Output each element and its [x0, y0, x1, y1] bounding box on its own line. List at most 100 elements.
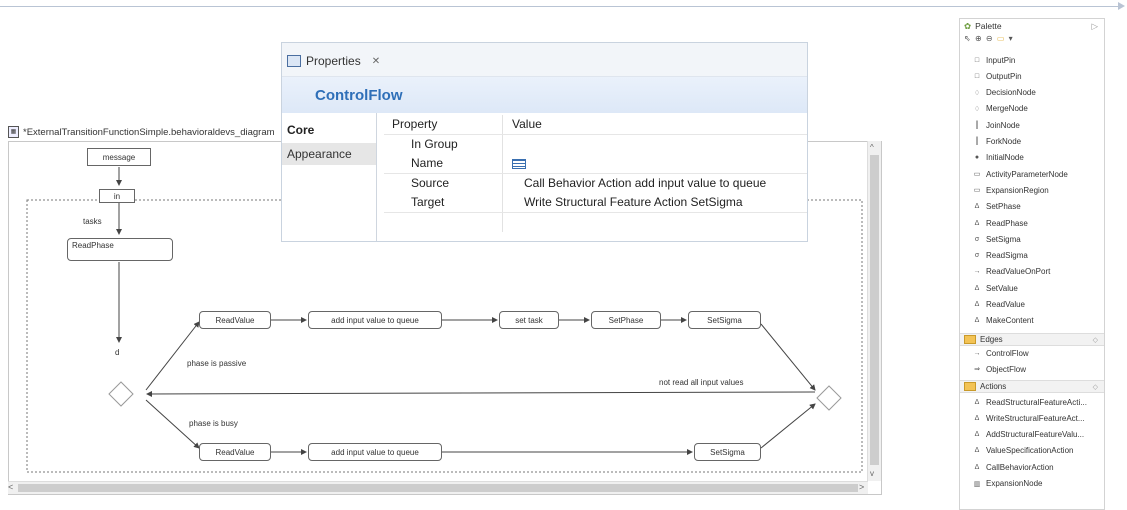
- scroll-right-icon[interactable]: >: [859, 482, 864, 492]
- palette-item-outputpin[interactable]: □ OutputPin: [972, 69, 1022, 83]
- close-icon[interactable]: ✕: [372, 56, 380, 67]
- palette-item-writestructuralfeatureact[interactable]: Δ WriteStructuralFeatureAct...: [972, 411, 1085, 425]
- zoom-in-icon[interactable]: ⊕: [975, 34, 983, 43]
- palette-drawer-actions[interactable]: Actions ◇: [960, 380, 1104, 393]
- palette-item-addstructuralfeaturevalu[interactable]: Δ AddStructuralFeatureValu...: [972, 428, 1084, 442]
- palette-item-readvalue[interactable]: Δ ReadValue: [972, 298, 1025, 312]
- property-row[interactable]: Target Write Structural Feature Action S…: [384, 193, 807, 213]
- properties-view-icon: [287, 55, 301, 67]
- palette-tools[interactable]: ⇖ ⊕ ⊖ ▭ ▾: [964, 34, 1014, 43]
- properties-header-row: Property Value: [384, 115, 807, 135]
- palette-item-label: SetValue: [986, 283, 1018, 293]
- scroll-left-icon[interactable]: <: [8, 482, 13, 492]
- node-readvalue-bottom[interactable]: ReadValue: [199, 443, 271, 461]
- node-setsigma-top[interactable]: SetSigma: [688, 311, 761, 329]
- node-readphase[interactable]: ReadPhase: [67, 238, 173, 261]
- properties-tab[interactable]: Properties ✕: [287, 51, 380, 71]
- zoom-out-icon[interactable]: ⊖: [986, 34, 994, 43]
- node-setphase[interactable]: SetPhase: [591, 311, 661, 329]
- palette: ✿ Palette ▷ ⇖ ⊕ ⊖ ▭ ▾ □ InputPin □ OutputPi…: [959, 18, 1105, 510]
- property-row[interactable]: Source Call Behavior Action add input va…: [384, 174, 807, 193]
- palette-item-expansionregion[interactable]: ▭ ExpansionRegion: [972, 183, 1049, 197]
- palette-tool-icon: Δ: [974, 219, 980, 227]
- palette-item-activityparameternode[interactable]: ▭ ActivityParameterNode: [972, 167, 1068, 181]
- palette-tool-icon: Δ: [974, 301, 980, 308]
- header-property: Property: [392, 117, 438, 131]
- palette-item-readvalueonport[interactable]: → ReadValueOnPort: [972, 265, 1051, 279]
- horizontal-scrollbar[interactable]: < >: [8, 481, 868, 494]
- pin-icon[interactable]: ◇: [1093, 336, 1098, 344]
- decision-node[interactable]: [108, 381, 134, 407]
- palette-item-readsigma[interactable]: σ ReadSigma: [972, 249, 1028, 263]
- select-tool-icon[interactable]: ⇖: [964, 34, 972, 43]
- palette-item-label: SetSigma: [986, 234, 1021, 244]
- palette-item-readstructuralfeatureacti[interactable]: Δ ReadStructuralFeatureActi...: [972, 395, 1087, 409]
- palette-tool-icon: Δ: [974, 463, 980, 471]
- property-row[interactable]: Name: [384, 154, 807, 174]
- drawer-actions-label: Actions: [980, 382, 1007, 391]
- property-row-empty: [384, 213, 807, 232]
- palette-item-label: ReadSigma: [986, 251, 1028, 261]
- merge-node[interactable]: [816, 385, 842, 411]
- palette-item-label: ExpansionNode: [986, 479, 1043, 488]
- palette-item-callbehavioraction[interactable]: Δ CallBehaviorAction: [972, 460, 1054, 474]
- property-target: Target: [411, 195, 445, 209]
- palette-item-decisionnode[interactable]: ♢ DecisionNode: [972, 86, 1036, 100]
- palette-item-joinnode[interactable]: ║ JoinNode: [972, 118, 1020, 132]
- section-core[interactable]: Core: [282, 119, 376, 141]
- property-row[interactable]: In Group: [384, 135, 807, 154]
- node-setsigma-bottom[interactable]: SetSigma: [694, 443, 761, 461]
- node-message[interactable]: message: [87, 148, 151, 166]
- vertical-scrollbar[interactable]: ^ v: [867, 141, 881, 481]
- node-add-input-top[interactable]: add input value to queue: [308, 311, 442, 329]
- palette-collapse-icon[interactable]: ▷: [1091, 21, 1098, 32]
- palette-item-expansionnode[interactable]: ▥ ExpansionNode: [972, 477, 1043, 491]
- palette-item-objectflow[interactable]: ⇒ ObjectFlow: [972, 362, 1026, 376]
- palette-tool-icon: ▭: [973, 171, 981, 179]
- palette-item-mergenode[interactable]: ♢ MergeNode: [972, 102, 1028, 116]
- palette-item-setvalue[interactable]: Δ SetValue: [972, 281, 1018, 295]
- pin-icon[interactable]: ◇: [1093, 383, 1098, 391]
- properties-sections: Core Appearance: [282, 113, 377, 241]
- vertical-scroll-thumb[interactable]: [870, 155, 879, 465]
- palette-item-label: JoinNode: [986, 120, 1020, 130]
- palette-item-initialnode[interactable]: ● InitialNode: [972, 151, 1024, 165]
- editor-tab[interactable]: ▦ *ExternalTransitionFunctionSimple.beha…: [8, 124, 298, 140]
- palette-item-inputpin[interactable]: □ InputPin: [972, 53, 1015, 67]
- palette-item-forknode[interactable]: ║ ForkNode: [972, 135, 1022, 149]
- palette-item-label: ForkNode: [986, 137, 1022, 146]
- node-set-task[interactable]: set task: [499, 311, 559, 329]
- scroll-up-icon[interactable]: ^: [870, 143, 874, 152]
- palette-item-controlflow[interactable]: → ControlFlow: [972, 346, 1029, 360]
- value-source[interactable]: Call Behavior Action add input value to …: [524, 176, 766, 190]
- node-add-input-bottom[interactable]: add input value to queue: [308, 443, 442, 461]
- name-text-icon[interactable]: [512, 158, 526, 172]
- palette-item-setsigma[interactable]: σ SetSigma: [972, 232, 1021, 246]
- guard-phase-busy: phase is busy: [189, 419, 238, 428]
- node-readvalue-top[interactable]: ReadValue: [199, 311, 271, 329]
- palette-header[interactable]: ✿ Palette ▷: [960, 19, 1104, 33]
- scroll-down-icon[interactable]: v: [870, 469, 874, 478]
- palette-item-setphase[interactable]: Δ SetPhase: [972, 200, 1021, 214]
- dropdown-icon[interactable]: ▾: [1009, 34, 1014, 43]
- palette-item-label: ActivityParameterNode: [986, 169, 1068, 179]
- palette-item-makecontent[interactable]: Δ MakeContent: [972, 314, 1034, 328]
- palette-item-label: ReadValueOnPort: [986, 267, 1051, 277]
- guard-not-read-all: not read all input values: [659, 378, 744, 387]
- editor-tab-title: *ExternalTransitionFunctionSimple.behavi…: [23, 126, 275, 138]
- palette-tool-icon: Δ: [974, 414, 980, 422]
- palette-item-label: AddStructuralFeatureValu...: [986, 430, 1085, 440]
- header-value: Value: [512, 117, 542, 131]
- palette-tool-icon: ║: [974, 138, 980, 145]
- palette-item-label: ReadPhase: [986, 218, 1028, 228]
- note-tool-icon[interactable]: ▭: [997, 34, 1006, 43]
- palette-item-valuespecificationaction[interactable]: Δ ValueSpecificationAction: [972, 444, 1074, 458]
- value-target[interactable]: Write Structural Feature Action SetSigma: [524, 195, 743, 209]
- palette-drawer-edges[interactable]: Edges ◇: [960, 333, 1104, 346]
- horizontal-scroll-thumb[interactable]: [18, 484, 858, 492]
- node-in-pin[interactable]: in: [99, 189, 135, 203]
- palette-item-readphase[interactable]: Δ ReadPhase: [972, 216, 1028, 230]
- property-in-group: In Group: [411, 137, 458, 151]
- section-appearance[interactable]: Appearance: [282, 143, 376, 165]
- palette-tool-icon: Δ: [974, 398, 980, 406]
